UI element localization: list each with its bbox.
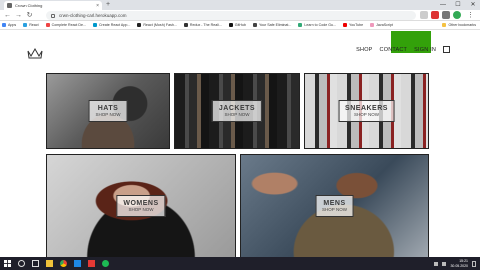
category-tile-hats[interactable]: HATS SHOP NOW	[46, 73, 170, 149]
tile-title: SNEAKERS	[345, 105, 388, 112]
url-input[interactable]: crwn-clothing-carl.herokuapp.com	[46, 11, 416, 20]
chrome-icon	[59, 260, 67, 267]
tile-subtitle: SHOP NOW	[354, 112, 379, 117]
category-tile-sneakers[interactable]: SNEAKERS SHOP NOW	[304, 73, 429, 149]
tile-subtitle: SHOP NOW	[322, 207, 347, 212]
network-icon[interactable]	[434, 261, 439, 266]
windows-icon	[3, 260, 11, 267]
minimize-button[interactable]: —	[436, 0, 450, 10]
vscode-button[interactable]	[70, 257, 84, 270]
close-window-button[interactable]: ✕	[466, 0, 480, 10]
bookmark-item[interactable]: Your Safe Eliminat...	[252, 23, 291, 27]
maximize-button[interactable]: ☐	[451, 0, 465, 10]
bookmarks-bar: Apps React Complete React De... Create R…	[0, 21, 480, 30]
github-icon	[228, 23, 233, 27]
file-explorer-button[interactable]	[42, 257, 56, 270]
system-tray: 15:21 30.05.2020	[434, 257, 476, 270]
reload-icon[interactable]: ↻	[25, 11, 34, 20]
youtube-icon	[343, 23, 347, 27]
category-tile-womens[interactable]: WOMENS SHOP NOW	[46, 154, 236, 257]
clock[interactable]: 15:21 30.05.2020	[450, 259, 468, 268]
tile-subtitle: SHOP NOW	[224, 112, 250, 117]
spotify-button[interactable]	[98, 257, 112, 270]
bookmark-item[interactable]: Apps	[2, 23, 16, 27]
category-tile-jackets[interactable]: JACKETS SHOP NOW	[174, 73, 300, 149]
new-tab-button[interactable]: +	[106, 1, 110, 9]
bookmark-icon	[2, 23, 6, 27]
start-button[interactable]	[0, 257, 14, 270]
volume-icon[interactable]	[442, 261, 447, 266]
task-view-icon	[31, 260, 39, 267]
bookmark-item[interactable]: Complete React De...	[45, 23, 86, 27]
crown-logo-icon[interactable]	[27, 47, 43, 59]
bookmark-icon	[252, 23, 257, 27]
tile-label: HATS SHOP NOW	[88, 100, 128, 122]
other-bookmarks[interactable]: Other bookmarks	[442, 23, 476, 27]
bookmark-icon	[137, 23, 142, 27]
folder-icon	[45, 260, 53, 267]
tile-subtitle: SHOP NOW	[128, 207, 154, 212]
back-icon[interactable]: ←	[3, 11, 12, 20]
bookmark-icon	[45, 23, 50, 27]
tile-label: JACKETS SHOP NOW	[211, 100, 263, 122]
page-content: SHOP CONTACT SIGN IN HATS SHOP NOW JACKE…	[0, 31, 480, 257]
clock-date: 30.05.2020	[450, 263, 468, 268]
tile-subtitle: SHOP NOW	[95, 112, 121, 117]
search-icon	[17, 260, 25, 267]
tab-title: Crown Clothing	[15, 3, 43, 8]
taskbar: 15:21 30.05.2020	[0, 257, 480, 270]
bookmark-item[interactable]: Redux - The Reali...	[183, 23, 222, 27]
cart-icon[interactable]	[443, 46, 450, 53]
notification-icon[interactable]	[472, 260, 476, 267]
bookmark-icon	[183, 23, 188, 27]
bookmark-icon	[370, 23, 375, 27]
bookmark-item[interactable]: Learn to Code Gu...	[298, 23, 336, 27]
tile-title: MENS	[323, 200, 346, 207]
profile-avatar[interactable]	[453, 11, 461, 19]
bookmark-icon	[298, 23, 303, 27]
search-button[interactable]	[14, 257, 28, 270]
tab-close-icon[interactable]: ×	[96, 3, 99, 9]
tile-label: MENS SHOP NOW	[315, 195, 354, 217]
nav-shop-link[interactable]: SHOP	[356, 47, 372, 53]
forward-icon[interactable]: →	[14, 11, 23, 20]
tile-title: WOMENS	[123, 200, 159, 207]
tile-label: SNEAKERS SHOP NOW	[338, 100, 395, 122]
bookmark-item[interactable]: React (Mosh) Fash...	[137, 23, 177, 27]
tile-title: HATS	[97, 105, 119, 112]
bookmark-item[interactable]: GitHub	[228, 23, 246, 27]
bookmark-item[interactable]: YouTube	[343, 23, 363, 27]
tile-title: JACKETS	[218, 105, 256, 112]
spotify-icon	[101, 260, 109, 267]
category-tile-mens[interactable]: MENS SHOP NOW	[240, 154, 429, 257]
site-nav: SHOP CONTACT SIGN IN	[356, 46, 450, 53]
vscode-icon	[73, 260, 81, 267]
menu-dots-icon[interactable]: ⋮	[466, 11, 475, 20]
bookmark-item[interactable]: React	[23, 23, 39, 27]
app-icon	[87, 260, 95, 267]
bookmark-item[interactable]: JavaScript	[370, 23, 393, 27]
browser-tab-strip: Crown Clothing × + — ☐ ✕	[0, 0, 480, 10]
star-icon[interactable]	[420, 11, 428, 19]
task-view-button[interactable]	[28, 257, 42, 270]
url-text: crwn-clothing-carl.herokuapp.com	[59, 13, 127, 18]
folder-icon	[442, 23, 447, 27]
chrome-button[interactable]	[56, 257, 70, 270]
bookmark-icon	[23, 23, 28, 27]
app-button[interactable]	[84, 257, 98, 270]
lock-icon	[51, 13, 55, 18]
favicon-icon	[7, 3, 12, 8]
tile-label: WOMENS SHOP NOW	[116, 195, 166, 217]
nav-contact-link[interactable]: CONTACT	[380, 47, 408, 53]
bookmark-item[interactable]: Create React App...	[92, 23, 130, 27]
browser-tab[interactable]: Crown Clothing ×	[4, 1, 102, 10]
extension-icon[interactable]	[431, 11, 439, 19]
extension-icon[interactable]	[442, 11, 450, 19]
address-bar-row: ← → ↻ crwn-clothing-carl.herokuapp.com ⋮	[0, 10, 480, 21]
nav-signin-link[interactable]: SIGN IN	[414, 47, 436, 53]
bookmark-icon	[92, 23, 97, 27]
